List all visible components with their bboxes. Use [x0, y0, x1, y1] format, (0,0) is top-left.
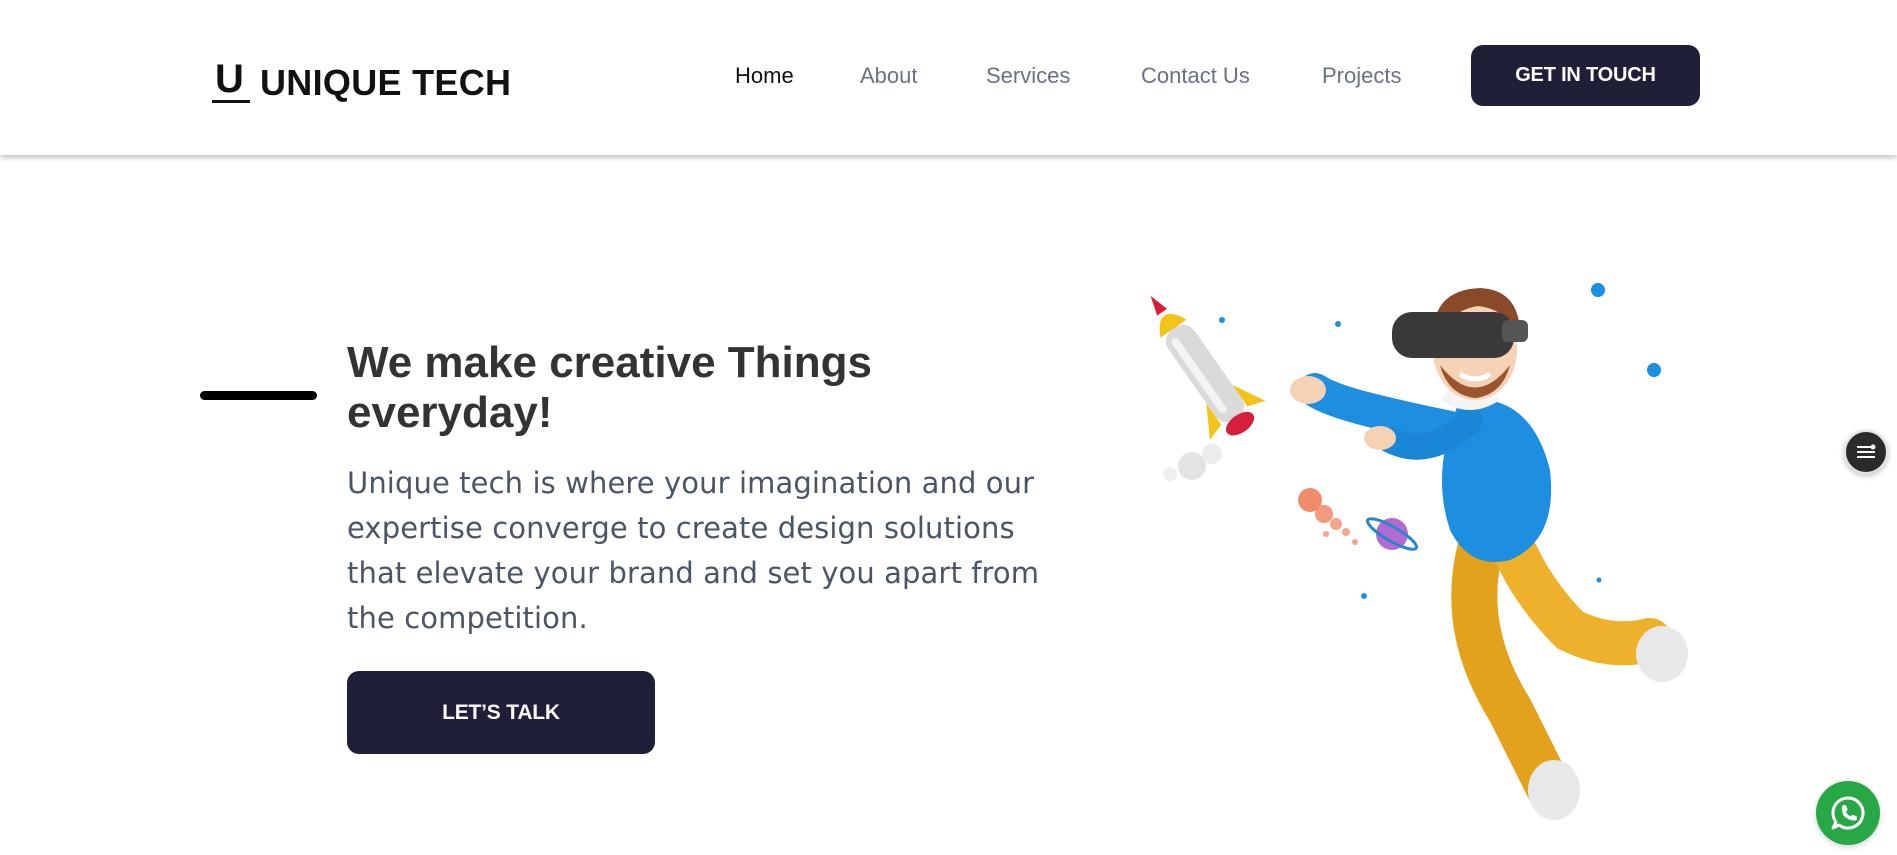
arm	[1298, 373, 1477, 447]
sliders-glyph	[1857, 444, 1876, 458]
shoe	[1636, 626, 1688, 682]
get-in-touch-button[interactable]: GET IN TOUCH	[1471, 45, 1700, 106]
planet	[1366, 517, 1418, 551]
nav-projects[interactable]: Projects	[1322, 58, 1401, 94]
site-header: U UNIQUE TECH Home About Services Contac…	[0, 0, 1897, 155]
logo-underline	[212, 100, 250, 103]
vr-strap	[1502, 320, 1528, 342]
decor-dot	[1647, 363, 1661, 377]
lets-talk-button[interactable]: LET’S TALK	[347, 671, 655, 754]
shoe	[1528, 760, 1580, 820]
hero-accent-dash	[200, 391, 317, 400]
settings-sliders-icon[interactable]	[1844, 430, 1888, 474]
hero-title: We make creative Things everyday!	[347, 338, 872, 437]
nav-services[interactable]: Services	[986, 58, 1070, 94]
nav-about[interactable]: About	[860, 58, 918, 94]
decor-dot	[1591, 283, 1605, 297]
nav-home[interactable]: Home	[735, 58, 794, 94]
rocket-exhaust	[1163, 444, 1358, 545]
decor-dot	[1596, 577, 1602, 583]
whatsapp-icon[interactable]	[1816, 781, 1880, 845]
vr-man-with-rocket-illustration	[1150, 283, 1688, 820]
decor-dot	[1361, 593, 1367, 599]
whatsapp-glyph	[1831, 796, 1865, 830]
vr-headset	[1392, 312, 1514, 358]
decor-dot	[1335, 321, 1341, 327]
leg-front	[1488, 518, 1672, 666]
hand	[1290, 376, 1326, 404]
nav-contact-us[interactable]: Contact Us	[1141, 58, 1250, 94]
hand	[1364, 426, 1396, 450]
rocket	[1150, 295, 1266, 440]
hero-description: Unique tech is where your imagination an…	[347, 466, 1040, 635]
decor-dot	[1219, 317, 1225, 323]
